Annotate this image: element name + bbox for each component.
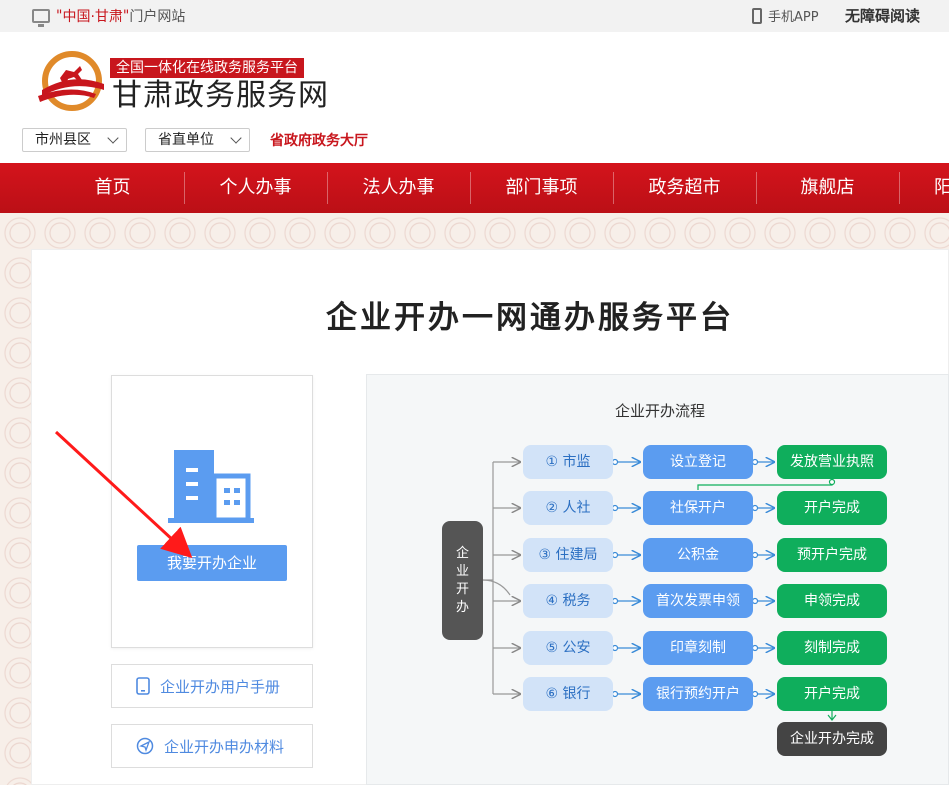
flow-step-social-account: 社保开户: [643, 491, 753, 525]
flow-start-char: 开: [455, 581, 469, 597]
flow-dept-market: ① 市监: [523, 445, 613, 479]
flow-dept-bank: ⑥ 银行: [523, 677, 613, 711]
flow-step-seal: 印章刻制: [643, 631, 753, 665]
flow-start-char: 办: [455, 599, 469, 615]
flow-step-registration: 设立登记: [643, 445, 753, 479]
annotation-arrow: [54, 430, 193, 559]
flow-start-char: 企: [455, 545, 469, 561]
flow-done-housing: 预开户完成: [777, 538, 887, 572]
flow-done-bank: 开户完成: [777, 677, 887, 711]
flow-done-invoice: 申领完成: [777, 584, 887, 618]
flow-done-social: 开户完成: [777, 491, 887, 525]
flow-dept-housing: ③ 住建局: [523, 538, 613, 572]
flow-connector-lines: [54, 430, 837, 721]
flow-dept-social: ② 人社: [523, 491, 613, 525]
flow-dept-police: ⑤ 公安: [523, 631, 613, 665]
flow-start-char: 业: [455, 563, 469, 579]
flow-start-node: 企 业 开 办: [442, 521, 483, 640]
flow-step-bank-account: 银行预约开户: [643, 677, 753, 711]
flow-done-license: 发放营业执照: [777, 445, 887, 479]
flow-done-seal: 刻制完成: [777, 631, 887, 665]
flow-dept-tax: ④ 税务: [523, 584, 613, 618]
flow-final-node: 企业开办完成: [777, 722, 887, 756]
flow-step-housing-fund: 公积金: [643, 538, 753, 572]
flow-step-invoice: 首次发票申领: [643, 584, 753, 618]
